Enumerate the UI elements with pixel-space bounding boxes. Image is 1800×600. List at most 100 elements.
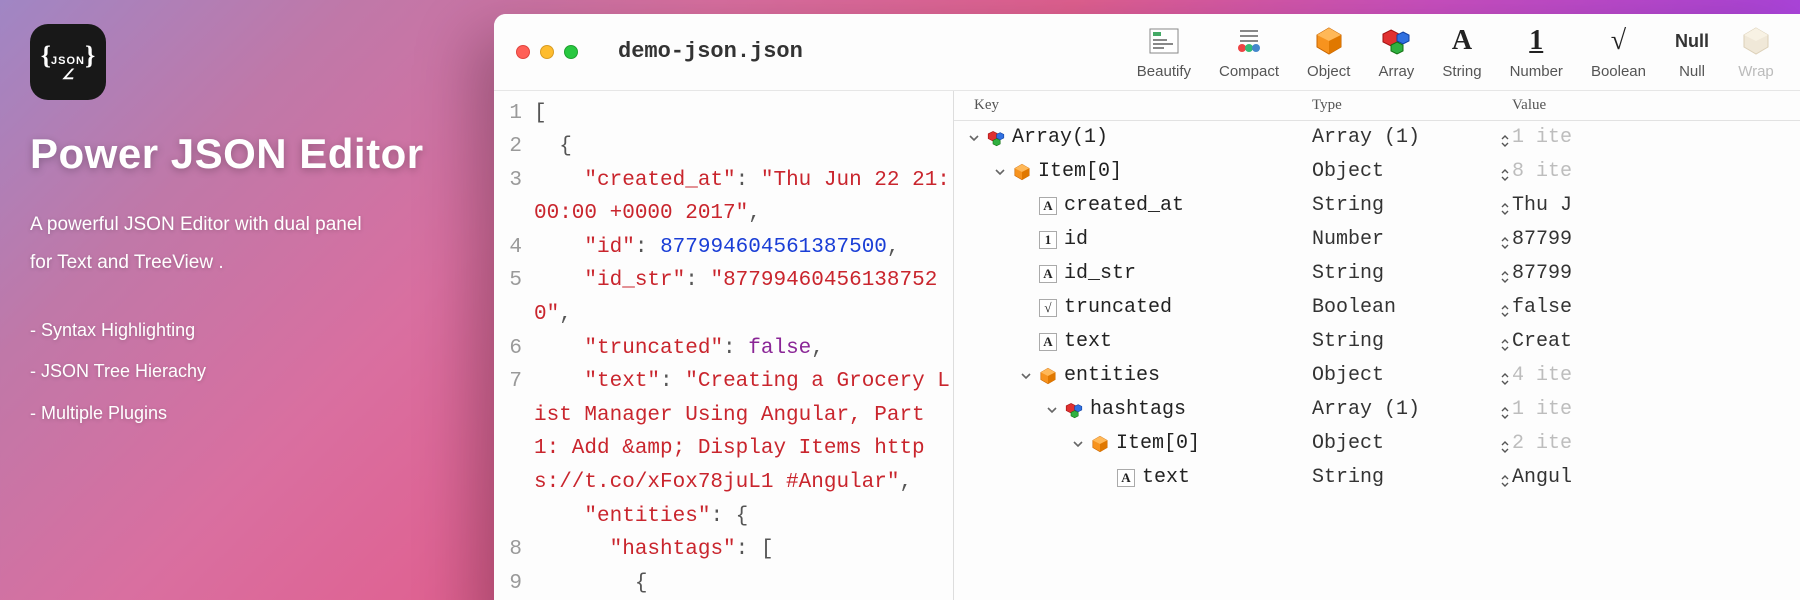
tree-header-type[interactable]: Type <box>1312 97 1512 114</box>
tree-type-cell[interactable]: Number <box>1312 228 1512 251</box>
disclosure-icon[interactable] <box>968 132 980 144</box>
tree-row[interactable]: entitiesObject4 ite <box>954 359 1800 393</box>
type-selector-icon[interactable] <box>1500 200 1512 212</box>
maximize-button[interactable] <box>564 45 578 59</box>
array-icon <box>1378 23 1414 59</box>
tree-value-cell[interactable]: 8 ite <box>1512 160 1800 183</box>
tree-value-cell[interactable]: false <box>1512 296 1800 319</box>
type-selector-icon[interactable] <box>1500 132 1512 144</box>
promo-subtitle-line2: for Text and TreeView . <box>30 244 460 282</box>
object-icon <box>1012 162 1032 182</box>
tree-row[interactable]: Item[0] Object2 ite <box>954 427 1800 461</box>
tree-value-cell[interactable]: 87799 <box>1512 228 1800 251</box>
code-gutter: 1 2 3 4 5 6 7 8 9 10 <box>494 97 530 600</box>
tree-type-cell[interactable]: Array (1) <box>1312 126 1512 149</box>
app-icon-glyph: {JSON} ∠ <box>41 41 95 84</box>
type-selector-icon[interactable] <box>1500 370 1512 382</box>
number-button[interactable]: 1 Number <box>1510 23 1563 80</box>
tree-value-cell[interactable]: Creat <box>1512 330 1800 353</box>
object-button[interactable]: Object <box>1307 23 1350 80</box>
tree-key-cell[interactable]: 1id <box>962 228 1312 251</box>
disclosure-icon <box>1020 268 1032 280</box>
tree-row[interactable]: √truncatedBoolean false <box>954 291 1800 325</box>
tree-header: Key Type Value <box>954 91 1800 121</box>
tree-type-cell[interactable]: Object <box>1312 364 1512 387</box>
tree-key-text: text <box>1142 466 1190 489</box>
tree-type-cell[interactable]: Object <box>1312 160 1512 183</box>
string-icon: A <box>1444 23 1480 59</box>
type-selector-icon[interactable] <box>1500 268 1512 280</box>
type-selector-icon[interactable] <box>1500 302 1512 314</box>
tree-row[interactable]: AtextStringCreat <box>954 325 1800 359</box>
tree-header-value[interactable]: Value <box>1512 97 1800 114</box>
tree-row[interactable]: Aid_strString87799 <box>954 257 1800 291</box>
tree-row[interactable]: hashtagsArray (1) 1 ite <box>954 393 1800 427</box>
close-button[interactable] <box>516 45 530 59</box>
tree-type-cell[interactable]: Boolean <box>1312 296 1512 319</box>
disclosure-icon[interactable] <box>1046 404 1058 416</box>
tree-type-cell[interactable]: String <box>1312 194 1512 217</box>
titlebar: demo-json.json Beautify Compact Object <box>494 14 1800 91</box>
A-icon: A <box>1038 264 1058 284</box>
boolean-label: Boolean <box>1591 63 1646 80</box>
promo-feature-1: - Syntax Highlighting <box>30 310 460 351</box>
string-button[interactable]: A String <box>1442 23 1481 80</box>
tree-key-cell[interactable]: Atext <box>962 466 1312 489</box>
type-selector-icon[interactable] <box>1500 234 1512 246</box>
tree-row[interactable]: Array(1)Array (1)1 ite <box>954 121 1800 155</box>
tree-value-cell[interactable]: 87799 <box>1512 262 1800 285</box>
type-selector-icon[interactable] <box>1500 166 1512 178</box>
boolean-button[interactable]: √ Boolean <box>1591 23 1646 80</box>
tree-type-text: Number <box>1312 228 1494 251</box>
tree-type-cell[interactable]: Object <box>1312 432 1512 455</box>
disclosure-icon <box>1020 302 1032 314</box>
disclosure-icon[interactable] <box>994 166 1006 178</box>
tree-value-cell[interactable]: 4 ite <box>1512 364 1800 387</box>
tree-row[interactable]: Acreated_atStringThu J <box>954 189 1800 223</box>
tree-type-text: Array (1) <box>1312 398 1494 421</box>
tree-row[interactable]: AtextStringAngul <box>954 461 1800 495</box>
tree-type-text: Object <box>1312 160 1494 183</box>
tree-type-cell[interactable]: Array (1) <box>1312 398 1512 421</box>
tree-key-cell[interactable]: hashtags <box>962 398 1312 421</box>
A-icon: A <box>1116 468 1136 488</box>
tree-body[interactable]: Array(1)Array (1)1 iteItem[0]Object8 ite… <box>954 121 1800 600</box>
tree-key-cell[interactable]: √truncated <box>962 296 1312 319</box>
disclosure-icon[interactable] <box>1072 438 1084 450</box>
beautify-button[interactable]: Beautify <box>1137 23 1191 80</box>
tree-type-text: Boolean <box>1312 296 1494 319</box>
tree-row[interactable]: 1idNumber 87799 <box>954 223 1800 257</box>
null-button[interactable]: Null Null <box>1674 23 1710 80</box>
array-button[interactable]: Array <box>1378 23 1414 80</box>
minimize-button[interactable] <box>540 45 554 59</box>
tree-key-text: Item[0] <box>1116 432 1200 455</box>
tree-type-cell[interactable]: String <box>1312 466 1512 489</box>
compact-button[interactable]: Compact <box>1219 23 1279 80</box>
tree-value-cell[interactable]: Angul <box>1512 466 1800 489</box>
code-text[interactable]: [ { "created_at": "Thu Jun 22 21:00:00 +… <box>530 97 953 600</box>
tree-row[interactable]: Item[0]Object 8 ite <box>954 155 1800 189</box>
tree-key-cell[interactable]: Item[0] <box>962 160 1312 183</box>
type-selector-icon[interactable] <box>1500 336 1512 348</box>
tree-key-cell[interactable]: Item[0] <box>962 432 1312 455</box>
tree-header-key[interactable]: Key <box>974 97 1312 114</box>
type-selector-icon[interactable] <box>1500 472 1512 484</box>
type-selector-icon[interactable] <box>1500 404 1512 416</box>
tree-key-cell[interactable]: Atext <box>962 330 1312 353</box>
tree-value-cell[interactable]: 1 ite <box>1512 398 1800 421</box>
tree-key-cell[interactable]: Aid_str <box>962 262 1312 285</box>
tree-key-cell[interactable]: Acreated_at <box>962 194 1312 217</box>
tree-key-text: id_str <box>1064 262 1136 285</box>
disclosure-icon[interactable] <box>1020 370 1032 382</box>
type-selector-icon[interactable] <box>1500 438 1512 450</box>
wrap-button[interactable]: Wrap <box>1738 23 1774 80</box>
tree-value-cell[interactable]: Thu J <box>1512 194 1800 217</box>
tree-key-cell[interactable]: entities <box>962 364 1312 387</box>
tree-key-cell[interactable]: Array(1) <box>962 126 1312 149</box>
tree-type-cell[interactable]: String <box>1312 330 1512 353</box>
tree-value-cell[interactable]: 2 ite <box>1512 432 1800 455</box>
tree-type-cell[interactable]: String <box>1312 262 1512 285</box>
code-pane[interactable]: 1 2 3 4 5 6 7 8 9 10 [ { "created_at": "… <box>494 91 954 600</box>
object-icon <box>1090 434 1110 454</box>
tree-value-cell[interactable]: 1 ite <box>1512 126 1800 149</box>
